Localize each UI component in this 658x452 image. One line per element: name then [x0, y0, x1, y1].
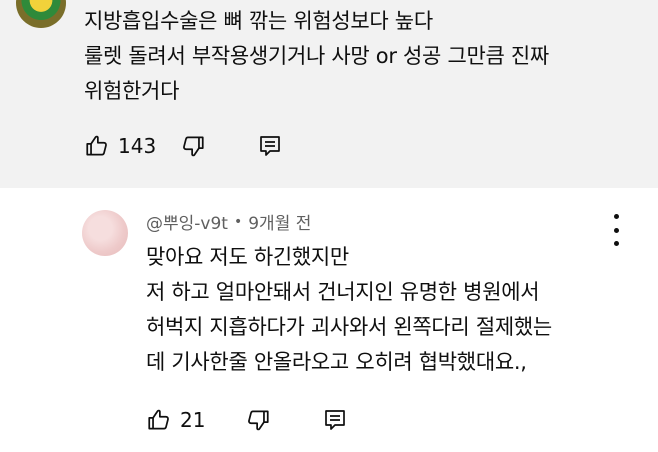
more-vertical-icon	[613, 227, 619, 233]
author-handle[interactable]: @뿌잉-v9t	[146, 209, 228, 234]
comment-text: 맞아요 저도 하긴했지만 저 하고 얼마안돼서 건너지인 유명한 병원에서 허벅…	[146, 240, 636, 380]
reply-button[interactable]	[258, 133, 282, 159]
comment-text: 지방흡입수술은 뼈 깎는 위험성보다 높다 룰렛 돌려서 부작용생기거나 사망 …	[84, 4, 644, 109]
like-count: 143	[118, 134, 157, 158]
like-button[interactable]: 143	[84, 133, 156, 159]
comment-line: 저 하고 얼마안돼서 건너지인 유명한 병원에서	[146, 280, 540, 304]
comment-reply-icon	[258, 133, 282, 159]
comment-reply-icon	[323, 407, 347, 433]
reply-button[interactable]	[323, 407, 347, 433]
thumbs-up-icon	[84, 133, 110, 159]
comment-line: 룰렛 돌려서 부작용생기거나 사망 or 성공 그만큼 진짜	[84, 44, 549, 68]
comment-line: 위험한거다	[84, 79, 180, 103]
like-count: 21	[180, 408, 206, 432]
thumbs-down-icon	[245, 407, 271, 433]
comment-actions: 143	[84, 128, 282, 164]
comment-meta: @뿌잉-v9t • 9개월 전	[146, 209, 312, 235]
meta-separator: •	[233, 213, 243, 230]
dislike-button[interactable]	[245, 407, 271, 433]
comment-line: 맞아요 저도 하긴했지만	[146, 245, 349, 269]
dislike-button[interactable]	[180, 133, 206, 159]
comment-line: 데 기사한줄 안올라오고 오히려 협박했대요.,	[146, 350, 527, 374]
comment-actions: 21	[146, 402, 347, 438]
like-button[interactable]: 21	[146, 407, 205, 433]
comment-line: 허벅지 지흡하다가 괴사와서 왼쪽다리 절제했는	[146, 315, 552, 339]
thumbs-down-icon	[180, 133, 206, 159]
thumbs-up-icon	[146, 407, 172, 433]
more-vertical-icon	[613, 214, 619, 219]
comment-line: 지방흡입수술은 뼈 깎는 위험성보다 높다	[84, 9, 433, 33]
comment-time: 9개월 전	[248, 214, 312, 234]
avatar[interactable]	[82, 210, 128, 256]
